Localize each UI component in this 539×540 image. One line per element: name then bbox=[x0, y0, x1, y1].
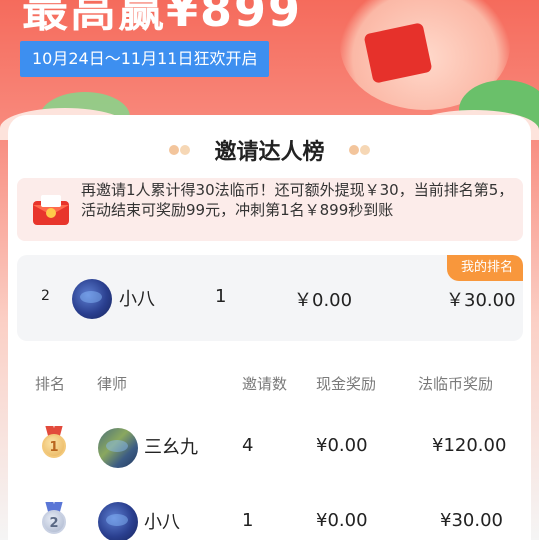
medal-rank: 1 bbox=[42, 434, 66, 458]
header-cash: 现金奖励 bbox=[316, 375, 377, 393]
my-rank-invites: 1 bbox=[215, 286, 227, 307]
my-rank-cash: ￥0.00 bbox=[294, 290, 353, 311]
table-header: 排名 律师 邀请数 现金奖励 法临币奖励 bbox=[8, 373, 531, 395]
my-rank-coins: ￥30.00 bbox=[446, 290, 516, 311]
row-cash: ¥0.00 bbox=[316, 510, 368, 531]
row-coins: ¥120.00 bbox=[432, 435, 507, 456]
my-rank-number: 2 bbox=[41, 288, 50, 304]
header-invites: 邀请数 bbox=[242, 375, 288, 393]
silver-medal-icon: 2 bbox=[39, 502, 69, 536]
medal-rank: 2 bbox=[42, 510, 66, 534]
my-rank-badge: 我的排名 bbox=[446, 255, 523, 281]
date-range-pill: 10月24日～11月11日狂欢开启 bbox=[20, 41, 270, 77]
header-rank: 排名 bbox=[35, 375, 66, 393]
row-name: 三幺九 bbox=[144, 437, 198, 458]
header-lawyer: 律师 bbox=[97, 375, 128, 393]
banner-title: 最高赢¥899 bbox=[22, 0, 303, 37]
row-name: 小八 bbox=[144, 512, 180, 533]
leaderboard-card: 邀请达人榜 再邀请1人累计得30法临币！还可额外提现￥30，当前排名第5，活动结… bbox=[8, 115, 531, 540]
header-coins: 法临币奖励 bbox=[418, 375, 494, 393]
invite-notice: 再邀请1人累计得30法临币！还可额外提现￥30，当前排名第5，活动结束可奖励99… bbox=[17, 178, 523, 241]
decor-dots-icon bbox=[169, 145, 191, 155]
gold-medal-icon: 1 bbox=[39, 426, 69, 460]
notice-text: 再邀请1人累计得30法临币！还可额外提现￥30，当前排名第5，活动结束可奖励99… bbox=[81, 181, 514, 219]
card-header: 邀请达人榜 bbox=[8, 133, 531, 167]
decor-dots-icon bbox=[348, 145, 370, 155]
row-coins: ¥30.00 bbox=[440, 510, 503, 531]
my-rank-row[interactable]: 我的排名 2 小八 1 ￥0.00 ￥30.00 bbox=[17, 255, 523, 341]
avatar bbox=[72, 279, 112, 319]
row-invites: 4 bbox=[242, 435, 254, 456]
my-rank-name: 小八 bbox=[119, 289, 155, 310]
avatar bbox=[98, 428, 138, 468]
row-cash: ¥0.00 bbox=[316, 435, 368, 456]
avatar bbox=[98, 502, 138, 540]
row-invites: 1 bbox=[242, 510, 254, 531]
card-title: 邀请达人榜 bbox=[214, 140, 325, 165]
red-packet-icon bbox=[33, 195, 69, 225]
